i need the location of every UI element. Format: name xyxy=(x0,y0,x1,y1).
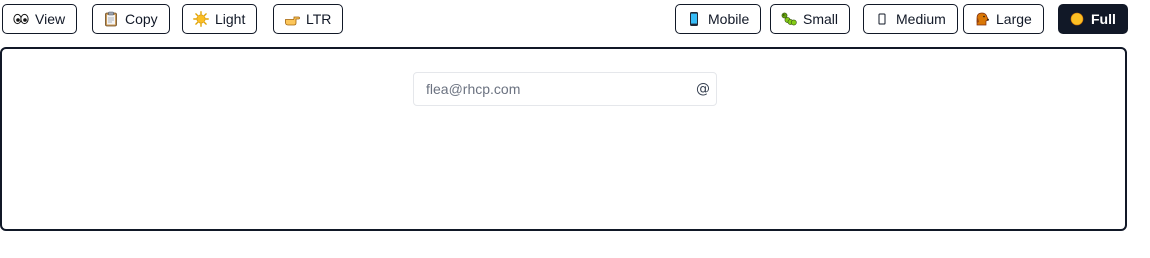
theme-button[interactable]: Light xyxy=(182,4,258,34)
preview-frame: @ xyxy=(0,47,1127,231)
caterpillar-icon xyxy=(781,11,797,27)
full-size-button-label: Full xyxy=(1091,11,1116,27)
direction-button-label: LTR xyxy=(306,11,332,27)
mobile-size-button-label: Mobile xyxy=(708,11,750,27)
theme-button-label: Light xyxy=(215,11,246,27)
eyes-icon xyxy=(13,11,29,27)
copy-button-label: Copy xyxy=(125,11,158,27)
clipboard-icon xyxy=(103,11,119,27)
email-field: @ xyxy=(413,72,717,106)
pointing-hand-icon xyxy=(284,11,300,27)
view-button[interactable]: View xyxy=(2,4,78,34)
dog-icon xyxy=(974,11,990,27)
large-size-button-label: Large xyxy=(996,11,1032,27)
mobile-size-button[interactable]: Mobile xyxy=(675,4,762,34)
medium-size-button[interactable]: Medium xyxy=(863,4,958,34)
sun-icon xyxy=(193,11,209,27)
medium-size-button-label: Medium xyxy=(896,11,946,27)
email-input[interactable] xyxy=(414,73,690,105)
small-size-button[interactable]: Small xyxy=(770,4,851,34)
at-sign-icon: @ xyxy=(696,81,710,97)
small-size-button-label: Small xyxy=(803,11,839,27)
circle-icon xyxy=(1069,11,1085,27)
large-size-button[interactable]: Large xyxy=(963,4,1044,34)
preview-toolbar: View Copy Light LTR Mobile Small Medium … xyxy=(0,0,1150,40)
direction-button[interactable]: LTR xyxy=(273,4,344,34)
phone-icon xyxy=(686,11,702,27)
copy-button[interactable]: Copy xyxy=(92,4,170,34)
view-button-label: View xyxy=(35,11,66,27)
full-size-button[interactable]: Full xyxy=(1058,4,1128,34)
rectangle-icon xyxy=(874,11,890,27)
